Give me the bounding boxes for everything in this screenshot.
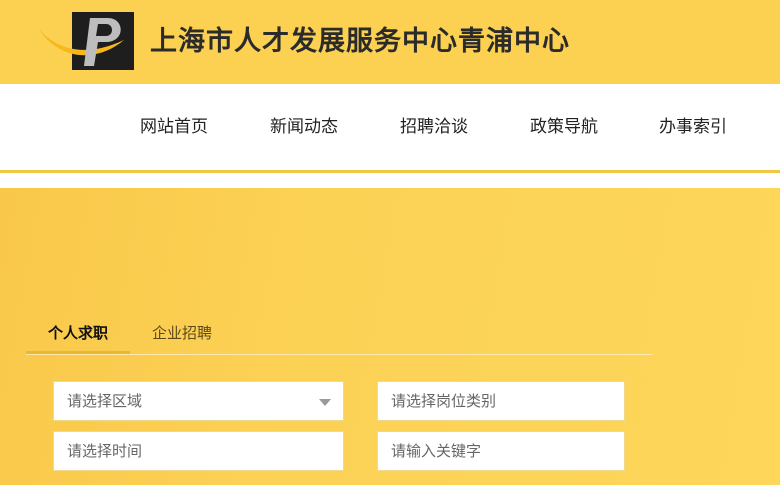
hero-search-panel: 个人求职 企业招聘 请选择区域 请选择岗位类别 请选择时间 请输入关键字 xyxy=(0,188,780,485)
site-header: 上海市人才发展服务中心青浦中心 xyxy=(0,0,780,84)
main-nav: 网站首页 新闻动态 招聘洽谈 政策导航 办事索引 xyxy=(0,84,780,170)
region-select[interactable]: 请选择区域 xyxy=(53,381,344,421)
job-category-placeholder: 请选择岗位类别 xyxy=(391,392,497,410)
tab-employer[interactable]: 企业招聘 xyxy=(152,322,212,344)
nav-item-news[interactable]: 新闻动态 xyxy=(270,114,338,140)
region-select-placeholder: 请选择区域 xyxy=(67,392,143,410)
keyword-input[interactable]: 请输入关键字 xyxy=(377,431,625,471)
time-select[interactable]: 请选择时间 xyxy=(53,431,344,471)
nav-item-recruitment[interactable]: 招聘洽谈 xyxy=(400,114,468,140)
active-tab-indicator xyxy=(26,351,130,354)
nav-item-services[interactable]: 办事索引 xyxy=(659,114,727,140)
nav-item-policy[interactable]: 政策导航 xyxy=(530,114,598,140)
tab-job-seeker[interactable]: 个人求职 xyxy=(48,322,108,344)
job-category-select[interactable]: 请选择岗位类别 xyxy=(377,381,625,421)
keyword-input-placeholder: 请输入关键字 xyxy=(391,442,482,460)
nav-item-home[interactable]: 网站首页 xyxy=(140,114,208,140)
search-tabs: 个人求职 企业招聘 xyxy=(26,316,652,355)
logo-icon[interactable] xyxy=(38,10,136,72)
site-title: 上海市人才发展服务中心青浦中心 xyxy=(150,26,570,57)
time-select-placeholder: 请选择时间 xyxy=(67,442,143,460)
chevron-down-icon xyxy=(319,399,331,406)
